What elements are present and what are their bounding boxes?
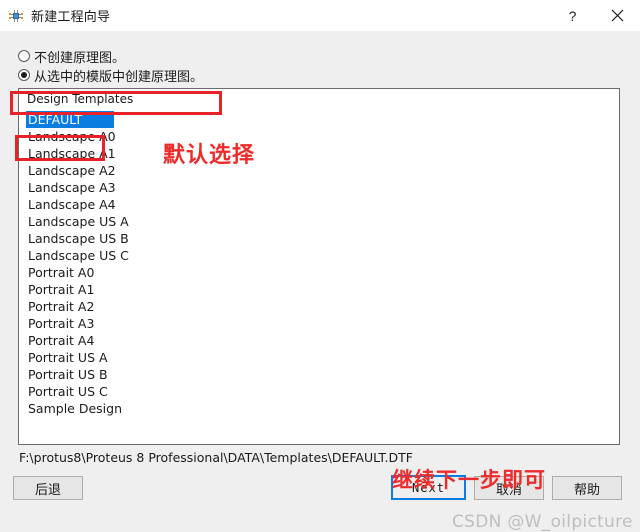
list-item[interactable]: Landscape A3 (26, 179, 116, 196)
list-item[interactable]: Landscape A0 (26, 128, 116, 145)
annotation-text-default-selection: 默认选择 (163, 143, 256, 168)
selected-template-path: F:\protus8\Proteus 8 Professional\DATA\T… (19, 450, 413, 465)
radio-label-no-schematic: 不创建原理图。 (34, 50, 126, 66)
radio-icon-unchecked[interactable] (18, 50, 30, 62)
back-button[interactable]: 后退 (13, 476, 83, 500)
question-mark-icon: ? (568, 7, 577, 24)
list-item[interactable]: Landscape A4 (26, 196, 116, 213)
radio-option-no-schematic[interactable]: 不创建原理图。 (18, 47, 126, 66)
watermark: CSDN @W_oilpicture (452, 512, 633, 532)
titlebar-help-button[interactable]: ? (550, 0, 595, 31)
list-item[interactable]: Landscape A1 (26, 145, 116, 162)
list-item[interactable]: Portrait US A (26, 349, 114, 366)
list-item[interactable]: Portrait A2 (26, 298, 114, 315)
radio-icon-checked[interactable] (18, 69, 30, 81)
list-item[interactable]: Portrait US B (26, 366, 114, 383)
list-item[interactable]: Landscape US B (26, 230, 129, 247)
list-item[interactable]: Landscape US A (26, 213, 129, 230)
back-button-label: 后退 (34, 482, 61, 498)
dialog-body: 不创建原理图。 从选中的模版中创建原理图。 Design Templates D… (0, 31, 640, 532)
design-templates-label: Design Templates (27, 92, 134, 106)
list-item[interactable]: Landscape A2 (26, 162, 116, 179)
radio-label-from-template: 从选中的模版中创建原理图。 (34, 69, 204, 85)
list-item[interactable]: Portrait A1 (26, 281, 114, 298)
titlebar-close-button[interactable] (595, 0, 640, 31)
list-item[interactable]: Landscape US C (26, 247, 129, 264)
template-panel: Design Templates DEFAULT Landscape A0 La… (18, 88, 620, 445)
list-item[interactable]: DEFAULT (26, 111, 114, 128)
chip-icon (8, 8, 24, 24)
help-button[interactable]: 帮助 (552, 476, 622, 500)
window-title: 新建工程向导 (31, 10, 111, 25)
title-bar: 新建工程向导 ? (0, 0, 640, 32)
list-item[interactable]: Portrait A0 (26, 264, 114, 281)
help-button-label: 帮助 (573, 482, 600, 498)
radio-option-from-template[interactable]: 从选中的模版中创建原理图。 (18, 66, 204, 85)
list-item[interactable]: Portrait A3 (26, 315, 114, 332)
list-item[interactable]: Portrait A4 (26, 332, 114, 349)
list-item[interactable]: Sample Design (26, 400, 122, 417)
list-item[interactable]: Portrait US C (26, 383, 114, 400)
annotation-text-continue-next: 继续下一步即可 (392, 468, 546, 492)
close-icon (611, 9, 624, 22)
